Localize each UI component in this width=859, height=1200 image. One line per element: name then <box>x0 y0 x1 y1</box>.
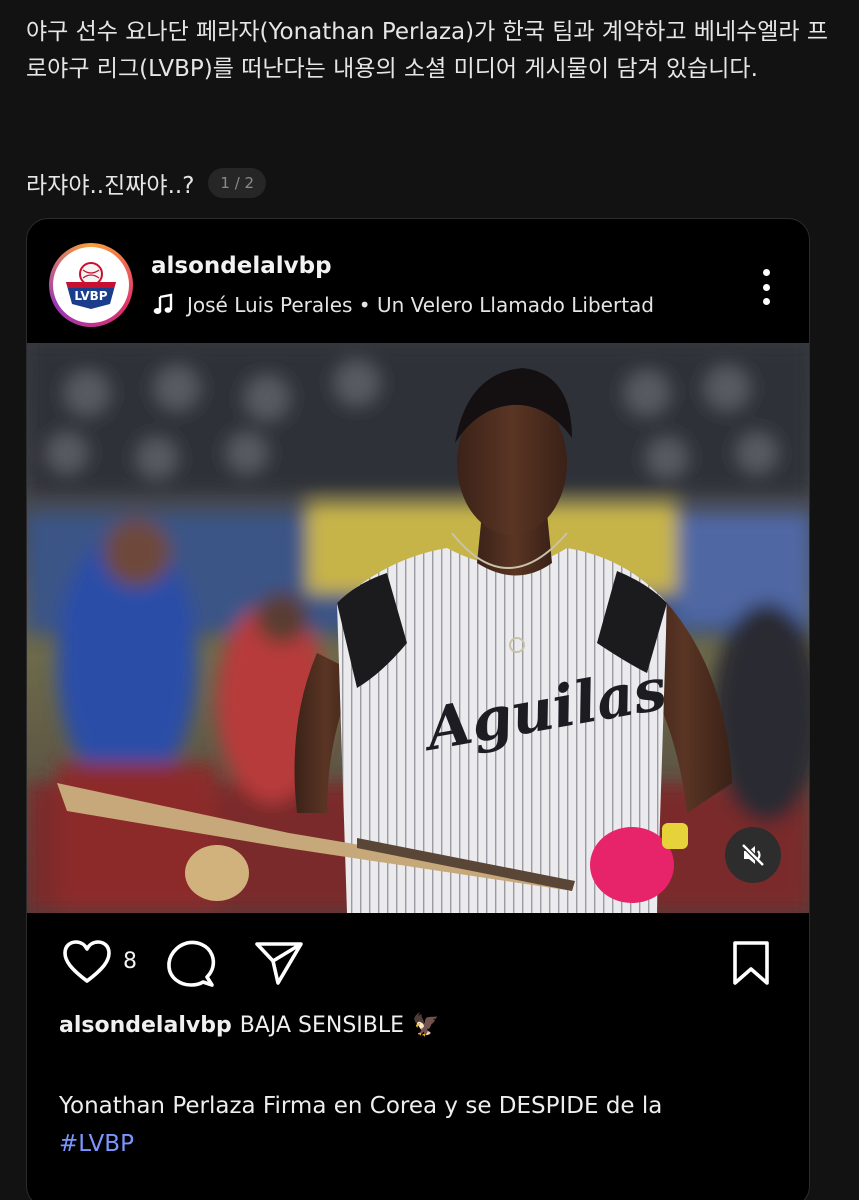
post-username[interactable]: alsondelalvbp <box>151 253 332 279</box>
more-icon[interactable] <box>761 269 771 305</box>
avatar-badge-text: LVBP <box>74 289 107 303</box>
instagram-post-card: LVBP alsondelalvbp José Luis Perales • U… <box>26 218 810 1200</box>
comment-row: 라쟈야..진짜야..? 1 / 2 <box>26 166 267 200</box>
post-caption: alsondelalvbp BAJA SENSIBLE 🦅 <box>59 1013 439 1038</box>
action-bar: 8 <box>27 933 809 989</box>
music-track: José Luis Perales • Un Velero Llamado Li… <box>187 293 654 317</box>
mute-button[interactable] <box>725 827 781 883</box>
image-pager[interactable]: 1 / 2 <box>208 168 267 198</box>
player-photo: Aguilas <box>27 343 809 913</box>
hashtag-link[interactable]: #LVBP <box>59 1125 779 1163</box>
post-header: LVBP alsondelalvbp José Luis Perales • U… <box>27 219 809 343</box>
share-icon[interactable] <box>253 939 305 987</box>
caption-text: BAJA SENSIBLE <box>239 1013 405 1038</box>
caption-username[interactable]: alsondelalvbp <box>59 1013 232 1038</box>
mute-icon <box>741 843 765 867</box>
post-description: 야구 선수 요나단 페라자(Yonathan Perlaza)가 한국 팀과 계… <box>26 19 829 82</box>
post-photo[interactable]: Aguilas <box>27 343 809 913</box>
eagle-emoji: 🦅 <box>412 1013 440 1038</box>
heart-icon[interactable] <box>61 939 113 985</box>
bookmark-icon[interactable] <box>729 939 773 987</box>
post-body-text: Yonathan Perlaza Firma en Corea y se DES… <box>59 1093 663 1119</box>
music-row[interactable]: José Luis Perales • Un Velero Llamado Li… <box>151 293 654 317</box>
avatar[interactable]: LVBP <box>49 243 133 327</box>
comment-text: 라쟈야..진짜야..? <box>26 173 195 199</box>
like-count: 8 <box>123 949 137 974</box>
lvbp-logo-icon: LVBP <box>66 262 116 309</box>
comment-icon[interactable] <box>165 939 217 989</box>
post-body: Yonathan Perlaza Firma en Corea y se DES… <box>59 1087 779 1163</box>
music-icon <box>153 293 173 314</box>
